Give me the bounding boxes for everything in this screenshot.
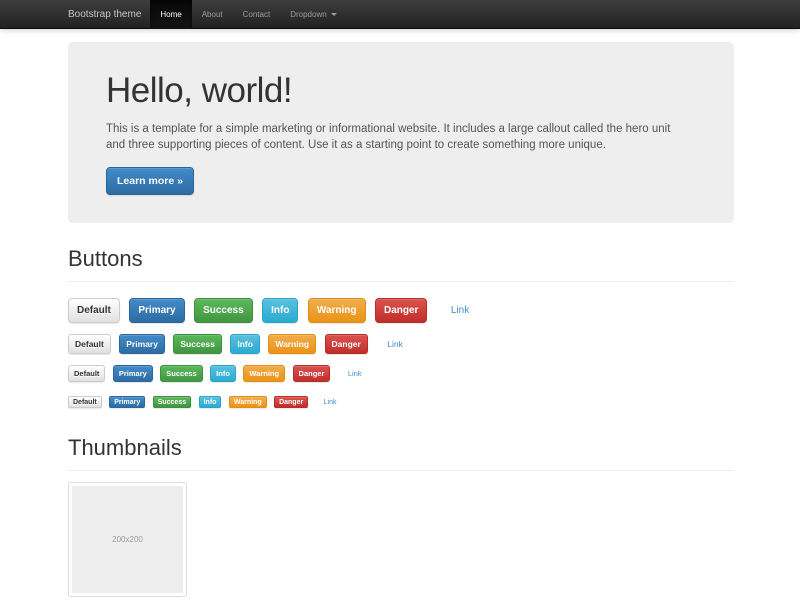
navbar-menu: Home About Contact Dropdown: [150, 0, 346, 28]
nav-dropdown-label: Dropdown: [290, 10, 326, 19]
nav-item-about: About: [192, 0, 233, 28]
nav-link-home[interactable]: Home: [150, 0, 191, 29]
thumbnail[interactable]: 200x200: [68, 482, 187, 597]
info-button-md[interactable]: Info: [230, 334, 260, 354]
link-button-md[interactable]: Link: [381, 335, 409, 353]
thumbnails-section-header: Thumbnails: [68, 435, 734, 471]
warning-button-lg[interactable]: Warning: [308, 298, 366, 323]
hero-text-line2: and three supporting pieces of content. …: [106, 139, 606, 151]
button-row-small: Default Primary Success Info Warning Dan…: [68, 365, 734, 383]
nav-item-contact: Contact: [233, 0, 281, 28]
placeholder-label: 200x200: [112, 535, 143, 544]
success-button-lg[interactable]: Success: [194, 298, 253, 323]
placeholder-image: 200x200: [72, 486, 183, 593]
buttons-section-header: Buttons: [68, 246, 734, 282]
nav-link-dropdown[interactable]: Dropdown: [280, 0, 346, 29]
hero-unit: Hello, world! This is a template for a s…: [68, 42, 734, 223]
primary-button-lg[interactable]: Primary: [129, 298, 184, 323]
info-button-xs[interactable]: Info: [199, 396, 222, 408]
nav-item-dropdown: Dropdown: [280, 0, 346, 28]
button-row-large: Default Primary Success Info Warning Dan…: [68, 298, 734, 323]
info-button-sm[interactable]: Info: [210, 365, 236, 382]
primary-button-sm[interactable]: Primary: [113, 365, 153, 382]
primary-button-xs[interactable]: Primary: [109, 396, 145, 408]
navbar: Bootstrap theme Home About Contact Dropd…: [0, 0, 800, 29]
success-button-xs[interactable]: Success: [153, 396, 191, 408]
nav-link-about[interactable]: About: [192, 0, 233, 29]
primary-button-md[interactable]: Primary: [119, 334, 165, 354]
default-button-lg[interactable]: Default: [68, 298, 120, 323]
hero-text-line1: This is a template for a simple marketin…: [106, 123, 670, 135]
hero-text: This is a template for a simple marketin…: [106, 121, 696, 154]
button-row-xsmall: Default Primary Success Info Warning Dan…: [68, 394, 734, 412]
link-button-sm[interactable]: Link: [343, 366, 367, 381]
warning-button-xs[interactable]: Warning: [229, 396, 267, 408]
nav-link-contact[interactable]: Contact: [233, 0, 281, 29]
default-button-sm[interactable]: Default: [68, 365, 105, 382]
danger-button-md[interactable]: Danger: [325, 334, 368, 354]
link-button-xs[interactable]: Link: [320, 397, 341, 407]
hero-title: Hello, world!: [106, 71, 696, 111]
nav-item-home: Home: [150, 0, 191, 28]
thumbnails-section-title: Thumbnails: [68, 435, 734, 461]
learn-more-button[interactable]: Learn more »: [106, 167, 194, 195]
link-button-lg[interactable]: Link: [443, 299, 477, 322]
button-row-default: Default Primary Success Info Warning Dan…: [68, 334, 734, 354]
danger-button-sm[interactable]: Danger: [293, 365, 331, 382]
default-button-xs[interactable]: Default: [68, 396, 102, 408]
info-button-lg[interactable]: Info: [262, 298, 298, 323]
warning-button-sm[interactable]: Warning: [243, 365, 285, 382]
danger-button-lg[interactable]: Danger: [375, 298, 427, 323]
caret-down-icon: [331, 13, 337, 16]
danger-button-xs[interactable]: Danger: [274, 396, 308, 408]
navbar-brand[interactable]: Bootstrap theme: [68, 0, 141, 28]
main-container: Hello, world! This is a template for a s…: [68, 42, 734, 597]
buttons-section-title: Buttons: [68, 246, 734, 272]
success-button-md[interactable]: Success: [173, 334, 222, 354]
success-button-sm[interactable]: Success: [160, 365, 202, 382]
default-button-md[interactable]: Default: [68, 334, 111, 354]
warning-button-md[interactable]: Warning: [268, 334, 316, 354]
